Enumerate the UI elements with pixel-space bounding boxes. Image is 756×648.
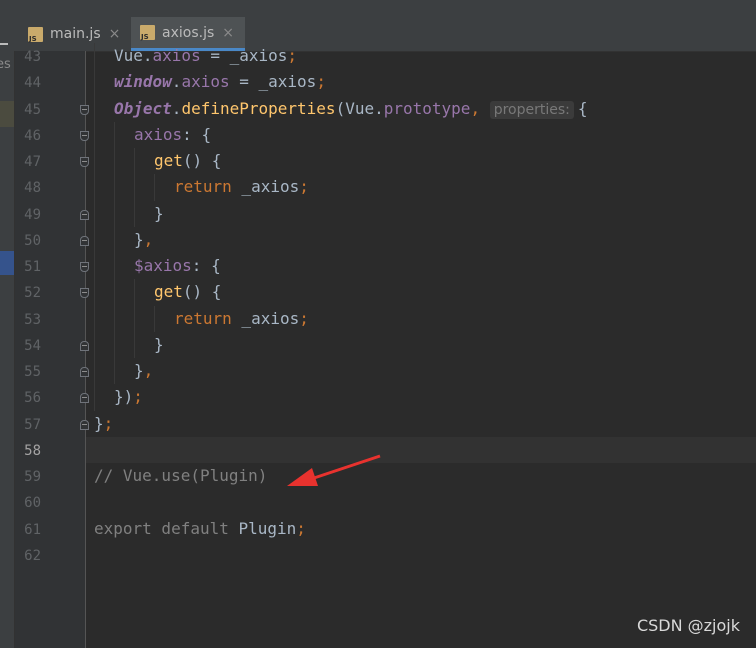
annotation-arrow bbox=[287, 454, 381, 486]
watermark: CSDN @zjojk bbox=[636, 616, 740, 635]
arrow-head bbox=[287, 468, 318, 486]
